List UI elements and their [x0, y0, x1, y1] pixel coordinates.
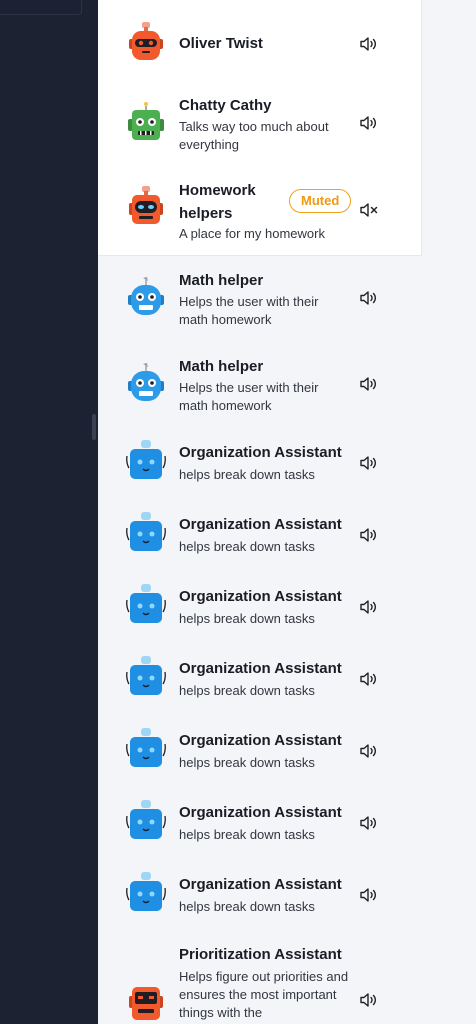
list-item[interactable]: Math helper Helps the user with their ma… — [98, 255, 421, 341]
conversation-description: helps break down tasks — [179, 539, 315, 554]
speaker-icon[interactable] — [359, 527, 379, 543]
speaker-muted-icon[interactable] — [359, 202, 379, 218]
orange-robot-visor-icon — [129, 186, 163, 224]
resize-handle[interactable] — [92, 414, 96, 440]
conversation-title: Math helper — [179, 272, 264, 289]
conversation-description: helps break down tasks — [179, 899, 315, 914]
speaker-icon[interactable] — [359, 290, 379, 306]
speaker-icon[interactable] — [359, 36, 379, 52]
speaker-icon[interactable] — [359, 992, 379, 1008]
conversation-description: Helps the user with their math homework — [179, 380, 319, 413]
conversation-description: helps break down tasks — [179, 827, 315, 842]
speaker-icon[interactable] — [359, 455, 379, 471]
blue-robot-round-icon — [128, 363, 164, 401]
blue-robot-square-icon — [126, 872, 166, 911]
blue-robot-square-icon — [126, 584, 166, 623]
speaker-icon[interactable] — [359, 376, 379, 392]
conversation-title: Chatty Cathy — [179, 97, 272, 114]
blue-robot-square-icon — [126, 440, 166, 479]
conversation-description: helps break down tasks — [179, 611, 315, 626]
speaker-icon[interactable] — [359, 887, 379, 903]
blue-robot-square-icon — [126, 728, 166, 767]
list-item[interactable]: Organization Assistant helps break down … — [98, 715, 421, 787]
list-item[interactable]: Organization Assistant helps break down … — [98, 787, 421, 859]
conversation-title: Homework helpers — [179, 182, 256, 222]
orange-robot-dark-icon — [129, 987, 163, 1020]
speaker-icon[interactable] — [359, 115, 379, 131]
blue-robot-round-icon — [128, 277, 164, 315]
speaker-icon[interactable] — [359, 815, 379, 831]
conversation-title: Organization Assistant — [179, 516, 342, 533]
list-item[interactable]: Prioritization Assistant Helps figure ou… — [98, 931, 421, 1024]
left-sidebar — [0, 0, 98, 1024]
list-item[interactable]: Organization Assistant helps break down … — [98, 427, 421, 499]
speaker-icon[interactable] — [359, 671, 379, 687]
conversation-title: Organization Assistant — [179, 876, 342, 893]
blue-robot-square-icon — [126, 512, 166, 551]
conversation-title: Prioritization Assistant — [179, 946, 342, 963]
muted-badge: Muted — [289, 189, 352, 213]
list-item[interactable]: Math helper Helps the user with their ma… — [98, 341, 421, 427]
conversation-title: Organization Assistant — [179, 804, 342, 821]
speaker-icon[interactable] — [359, 743, 379, 759]
conversation-description: helps break down tasks — [179, 683, 315, 698]
green-robot-icon — [128, 102, 164, 140]
list-item[interactable]: Organization Assistant helps break down … — [98, 571, 421, 643]
list-item[interactable]: Organization Assistant helps break down … — [98, 499, 421, 571]
conversation-title: Organization Assistant — [179, 444, 342, 461]
conversation-description: Helps the user with their math homework — [179, 294, 319, 327]
list-item[interactable]: Organization Assistant helps break down … — [98, 643, 421, 715]
list-item[interactable]: Chatty Cathy Talks way too much about ev… — [98, 84, 421, 168]
list-item[interactable]: Organization Assistant helps break down … — [98, 859, 421, 931]
conversation-description: helps break down tasks — [179, 755, 315, 770]
conversation-title: Organization Assistant — [179, 660, 342, 677]
conversation-title: Math helper — [179, 358, 264, 375]
conversation-title: Organization Assistant — [179, 588, 342, 605]
conversation-title: Organization Assistant — [179, 732, 342, 749]
conversation-description: Helps figure out priorities and ensures … — [179, 969, 349, 1020]
conversation-description: A place for my homework — [179, 226, 325, 241]
list-item[interactable]: Homework helpers Muted A place for my ho… — [98, 168, 421, 255]
speaker-icon[interactable] — [359, 599, 379, 615]
blue-robot-square-icon — [126, 800, 166, 839]
conversation-description: helps break down tasks — [179, 467, 315, 482]
conversation-description: Talks way too much about everything — [179, 119, 329, 152]
conversation-list: Oliver Twist Chatty Cathy Talks way too … — [98, 0, 476, 1024]
sidebar-top-field[interactable] — [0, 0, 82, 15]
orange-robot-icon — [129, 22, 163, 60]
conversation-title: Oliver Twist — [179, 35, 263, 52]
list-item[interactable]: Oliver Twist — [98, 0, 421, 84]
blue-robot-square-icon — [126, 656, 166, 695]
